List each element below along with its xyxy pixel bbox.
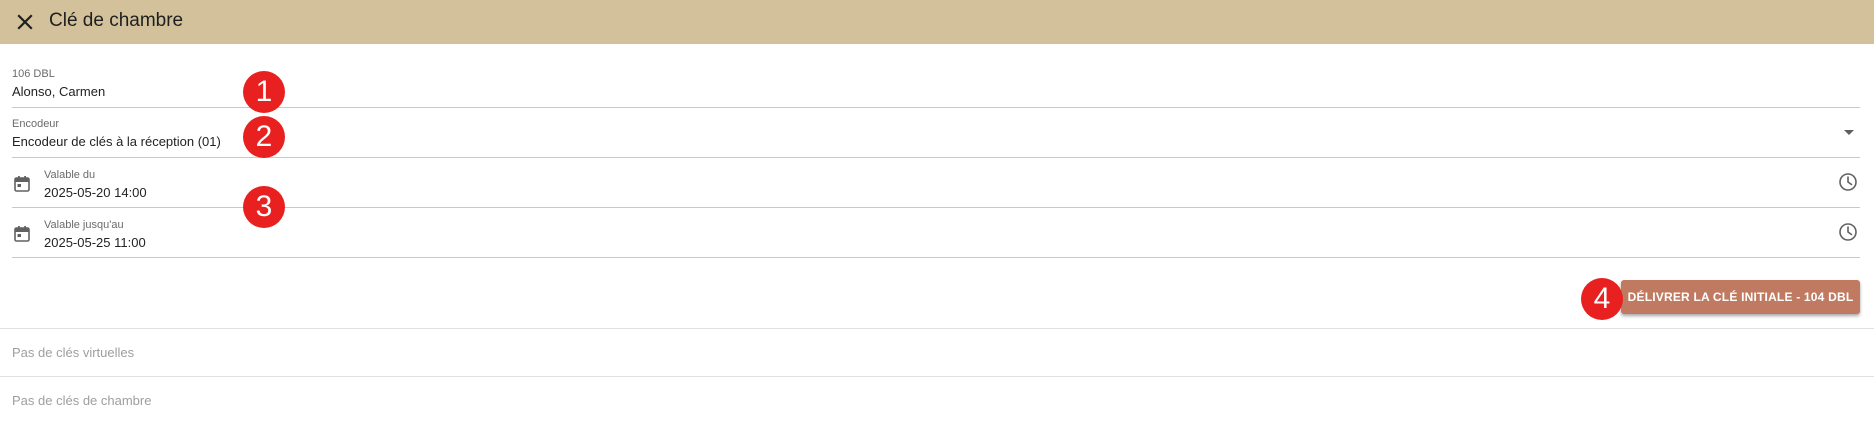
guest-field[interactable]: 106 DBL Alonso, Carmen bbox=[12, 58, 1860, 108]
calendar-icon[interactable] bbox=[11, 173, 33, 195]
close-button[interactable] bbox=[12, 9, 38, 35]
encoder-select[interactable]: Encodeur Encodeur de clés à la réception… bbox=[12, 108, 1860, 158]
guest-name: Alonso, Carmen bbox=[12, 84, 106, 99]
dialog-header: Clé de chambre bbox=[0, 0, 1874, 44]
valid-until-label: Valable jusqu'au bbox=[44, 219, 124, 231]
annotation-badge-2: 2 bbox=[243, 116, 285, 158]
calendar-icon[interactable] bbox=[11, 223, 33, 245]
clock-icon[interactable] bbox=[1837, 171, 1859, 193]
dialog-title: Clé de chambre bbox=[49, 10, 184, 31]
divider bbox=[0, 376, 1874, 377]
divider bbox=[0, 328, 1874, 329]
annotation-badge-3: 3 bbox=[243, 186, 285, 228]
room-keys-empty-message: Pas de clés de chambre bbox=[12, 393, 152, 408]
close-icon bbox=[17, 14, 33, 30]
annotation-badge-4: 4 bbox=[1581, 278, 1623, 320]
clock-icon[interactable] bbox=[1837, 221, 1859, 243]
valid-from-label: Valable du bbox=[44, 169, 96, 181]
valid-until-value: 2025-05-25 11:00 bbox=[44, 235, 146, 250]
virtual-keys-empty-message: Pas de clés virtuelles bbox=[12, 345, 135, 360]
valid-from-value: 2025-05-20 14:00 bbox=[44, 185, 147, 200]
valid-from-field[interactable]: Valable du 2025-05-20 14:00 bbox=[12, 158, 1860, 208]
annotation-badge-1: 1 bbox=[243, 71, 285, 113]
valid-until-field[interactable]: Valable jusqu'au 2025-05-25 11:00 bbox=[12, 208, 1860, 258]
encoder-value: Encodeur de clés à la réception (01) bbox=[12, 134, 221, 149]
deliver-initial-key-button[interactable]: DÉLIVRER LA CLÉ INITIALE - 104 DBL bbox=[1621, 280, 1860, 314]
room-label: 106 DBL bbox=[12, 68, 55, 80]
dropdown-arrow-icon[interactable] bbox=[1838, 122, 1860, 144]
encoder-label: Encodeur bbox=[12, 118, 60, 130]
